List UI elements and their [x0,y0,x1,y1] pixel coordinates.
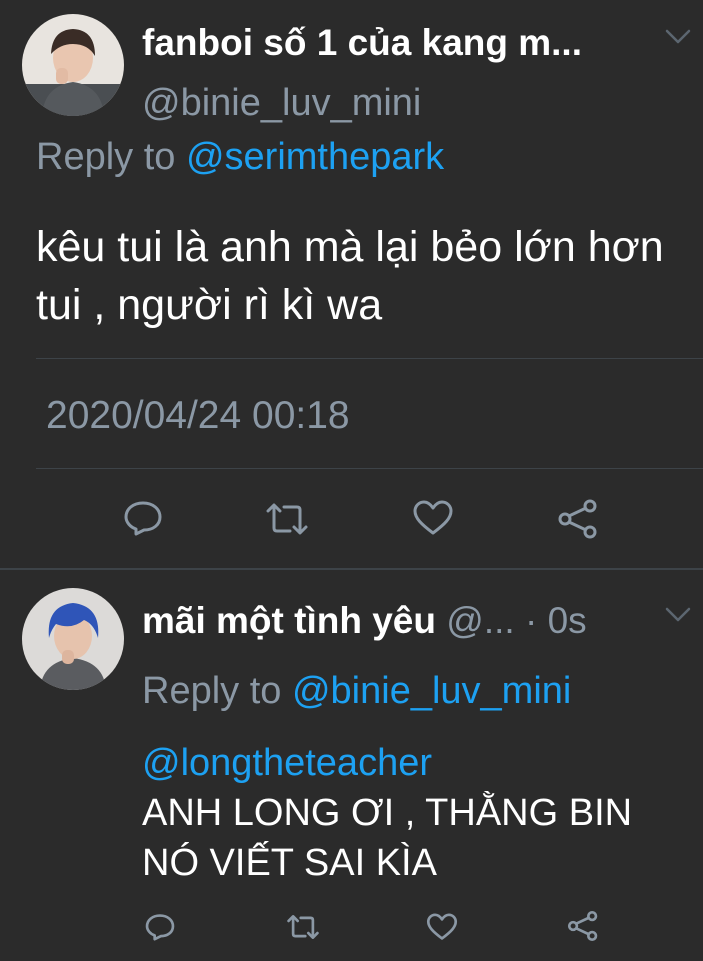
divider [36,468,703,469]
tweet-text-line-2: NÓ VIẾT SAI KÌA [142,842,437,884]
reply-header: mãi một tình yêu @... · 0s [142,600,587,642]
share-icon[interactable] [556,498,600,540]
reply-icon[interactable] [144,912,176,942]
reply-to-mention[interactable]: @binie_luv_mini [292,670,571,712]
handle[interactable]: @... [446,600,514,641]
chevron-down-icon[interactable] [664,28,692,46]
avatar[interactable] [22,588,124,690]
handle[interactable]: @binie_luv_mini [142,82,421,125]
reply-prefix: Reply to [142,670,292,712]
share-icon[interactable] [566,910,600,942]
like-icon[interactable] [412,499,454,537]
main-tweet: fanboi số 1 của kang m... @binie_luv_min… [0,0,703,568]
separator: · [524,600,538,641]
mention-link[interactable]: @longtheteacher [142,738,692,788]
reply-to-mention[interactable]: @serimthepark [186,136,444,178]
display-name[interactable]: mãi một tình yêu [142,600,436,641]
reply-prefix: Reply to [36,136,186,178]
divider [36,358,703,359]
relative-time: 0s [547,600,587,641]
tweet-text-line-1: ANH LONG ƠI , THẰNG BIN [142,792,633,834]
display-name[interactable]: fanboi số 1 của kang m... [142,22,582,64]
timestamp: 2020/04/24 00:18 [46,394,350,437]
avatar[interactable] [22,14,124,116]
reply-icon[interactable] [122,500,164,536]
tweet-text: kêu tui là anh mà lại bẻo lớn hơn tui , … [36,223,664,329]
section-divider [0,568,703,570]
reply-to-line: Reply to @binie_luv_mini [142,670,571,713]
retweet-icon[interactable] [262,500,312,538]
tweet-text: @longtheteacher ANH LONG ƠI , THẰNG BIN … [142,738,692,888]
like-icon[interactable] [426,912,458,942]
chevron-down-icon[interactable] [664,606,692,624]
reply-to-line: Reply to @serimthepark [36,136,444,179]
retweet-icon[interactable] [284,912,322,942]
